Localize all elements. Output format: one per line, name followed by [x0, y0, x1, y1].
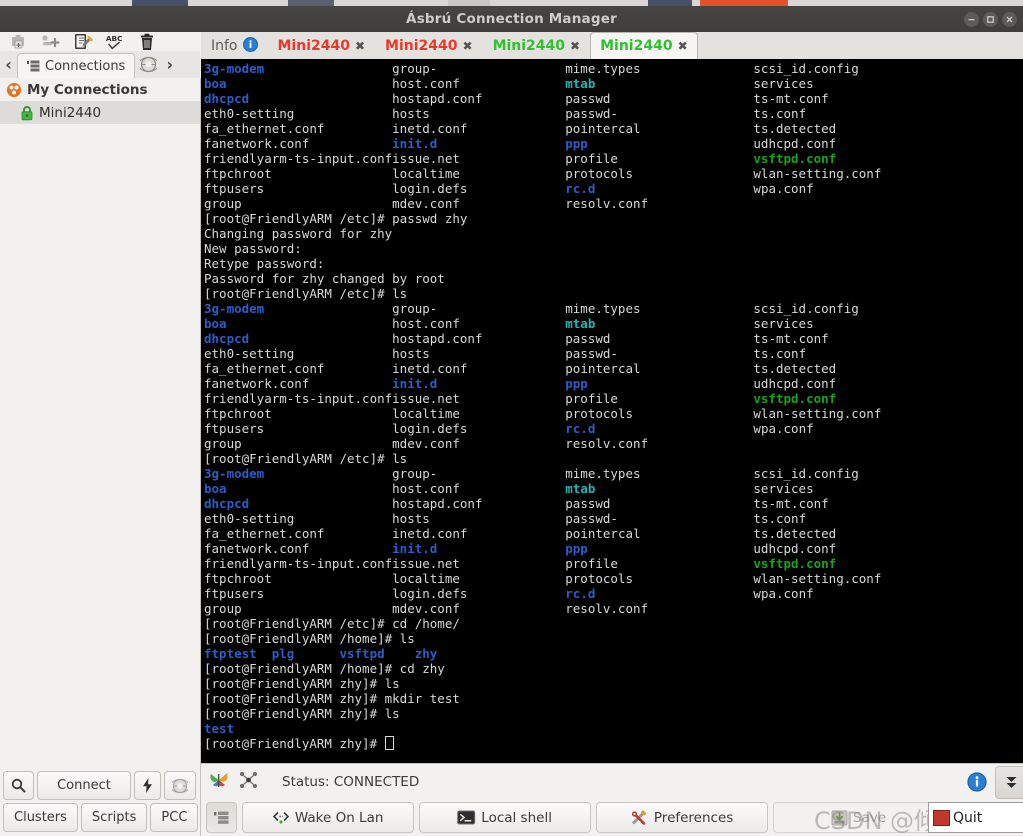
edit-connection-icon[interactable] [72, 32, 94, 52]
lock-icon [20, 105, 34, 121]
local-shell-button[interactable]: Local shell [418, 802, 591, 833]
quick-connect-button[interactable] [134, 771, 161, 800]
tab-mini2440-2[interactable]: Mini2440 ✖ [375, 32, 483, 59]
tab-mini2440-1[interactable]: Mini2440 ✖ [268, 32, 376, 59]
tree-item-mini2440[interactable]: Mini2440 [0, 101, 200, 124]
title-bar: Ásbrú Connection Manager [0, 6, 1023, 32]
preferences-button[interactable]: Preferences [595, 802, 768, 833]
bottom-toolbar: Wake On Lan Local shell Preferences Save [201, 799, 1023, 836]
connect-button[interactable]: Connect [37, 771, 131, 800]
quit-icon [933, 809, 950, 826]
terminal-view[interactable]: 3g-modem group- mime.types scsi_id.confi… [201, 59, 1023, 763]
pcc-button[interactable]: PCC [150, 803, 199, 832]
close-button[interactable] [1002, 12, 1017, 27]
tab-info-label: Info [211, 38, 238, 54]
close-icon[interactable]: ✖ [463, 39, 473, 53]
save-label: Save [853, 809, 887, 826]
maximize-button[interactable] [983, 12, 998, 27]
preferences-label: Preferences [653, 809, 734, 826]
tree-item-label: Mini2440 [39, 104, 102, 121]
globe-button[interactable] [164, 771, 196, 800]
tab-connections-label: Connections [45, 58, 126, 74]
tab-info[interactable]: Info [201, 32, 268, 59]
expand-down-button[interactable] [995, 766, 1023, 799]
clusters-button-label: Clusters [14, 810, 67, 825]
info-icon [242, 36, 258, 56]
connections-tabstrip: ‹ Connections › [0, 51, 200, 79]
globe-icon[interactable] [135, 56, 161, 73]
svg-text:ABC: ABC [106, 34, 123, 43]
spellcheck-icon[interactable]: ABC [104, 32, 126, 52]
connections-actions: Connect Clusters Scripts PCC [0, 768, 201, 836]
status-text: Status: CONNECTED [282, 774, 420, 790]
quit-overlay-tooltip: Quit [928, 802, 1023, 833]
status-bar-actions [962, 766, 1023, 799]
window-controls [964, 12, 1017, 27]
toggle-panel-button[interactable] [206, 802, 237, 833]
close-icon[interactable]: ✖ [570, 39, 580, 53]
delete-icon[interactable] [136, 32, 158, 52]
close-icon[interactable]: ✖ [355, 39, 365, 53]
connections-actions-row1: Connect [0, 768, 200, 800]
scroll-left-arrow[interactable]: ‹ [0, 51, 17, 78]
wake-on-lan-button[interactable]: Wake On Lan [241, 802, 414, 833]
tab-mini2440-4[interactable]: Mini2440 ✖ [590, 32, 698, 59]
list-icon [213, 811, 229, 824]
terminal-tabstrip: Info Mini2440 ✖ Mini2440 ✖ Mini2440 ✖ Mi… [201, 32, 1023, 60]
terminal-content: 3g-modem group- mime.types scsi_id.confi… [204, 61, 882, 751]
wol-icon [272, 812, 290, 824]
connections-toolbar: ABC [0, 32, 208, 52]
tab-label: Mini2440 [385, 38, 458, 54]
pcc-button-label: PCC [161, 810, 188, 825]
minimize-button[interactable] [964, 12, 979, 27]
save-icon [831, 810, 848, 825]
tree-item-label: My Connections [27, 81, 148, 98]
tab-label: Mini2440 [600, 38, 673, 54]
wake-on-lan-label: Wake On Lan [294, 809, 384, 826]
close-icon[interactable]: ✖ [678, 39, 688, 53]
save-button[interactable]: Save [772, 802, 945, 833]
search-button[interactable] [3, 771, 34, 800]
scripts-button[interactable]: Scripts [80, 803, 148, 832]
new-connection-icon[interactable] [40, 32, 62, 52]
cluster-icon[interactable] [239, 771, 258, 793]
tools-icon [631, 809, 647, 825]
clusters-button[interactable]: Clusters [3, 803, 78, 832]
scripts-button-label: Scripts [91, 810, 137, 825]
app-window: Ásbrú Connection Manager ABC ‹ Connectio… [0, 0, 1023, 836]
connections-tree-icon [27, 60, 40, 72]
butterfly-icon [209, 771, 229, 793]
status-bar: Status: CONNECTED [201, 763, 1023, 800]
connect-button-label: Connect [57, 778, 111, 793]
tab-mini2440-3[interactable]: Mini2440 ✖ [483, 32, 591, 59]
connections-actions-row2: Clusters Scripts PCC [0, 800, 200, 832]
group-icon [6, 82, 22, 98]
tab-label: Mini2440 [492, 38, 566, 54]
info-button[interactable] [962, 766, 992, 797]
local-shell-label: Local shell [481, 809, 552, 826]
tree-item-my-connections[interactable]: My Connections [0, 78, 200, 101]
new-group-icon[interactable] [8, 32, 30, 52]
window-title: Ásbrú Connection Manager [406, 11, 617, 27]
tab-connections[interactable]: Connections [17, 52, 136, 79]
terminal-icon [457, 810, 476, 825]
quit-overlay-label: Quit [953, 809, 983, 826]
scroll-right-arrow[interactable]: › [161, 51, 178, 78]
tab-label: Mini2440 [277, 38, 350, 54]
connections-tree: My Connections Mini2440 [0, 78, 201, 768]
